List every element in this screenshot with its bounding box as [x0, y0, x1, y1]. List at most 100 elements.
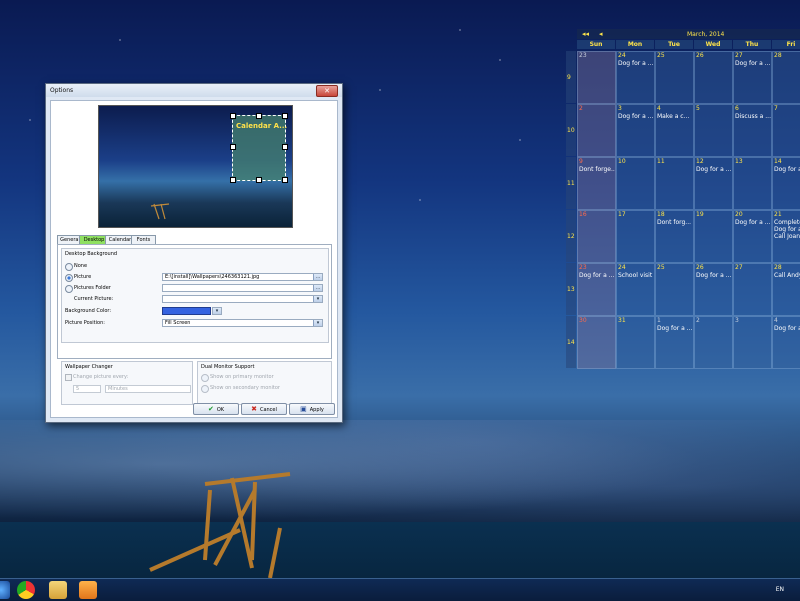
resize-handle-nw[interactable]	[230, 113, 236, 119]
calendar-day-cell[interactable]: 4 Dog for a	[772, 316, 800, 369]
picture-browse-button[interactable]: ...	[313, 274, 322, 280]
calendar-event[interactable]: Dog for a ...	[696, 272, 731, 279]
calendar-day-cell[interactable]: 3 Dog for a ...	[616, 104, 655, 157]
prev-year-icon[interactable]: ◂◂	[582, 30, 589, 38]
desktop-tab-panel: Desktop Background None Picture E:\[inst…	[57, 244, 332, 359]
chevron-down-icon[interactable]: ▾	[213, 308, 221, 314]
interval-stepper[interactable]: 5	[73, 385, 101, 393]
calendar-event[interactable]: Dog for a ...	[618, 113, 653, 120]
calendar-day-cell[interactable]: 30	[577, 316, 616, 369]
picture-position-select[interactable]: Fill Screen ▾	[162, 319, 323, 327]
calendar-day-cell[interactable]: 19	[694, 210, 733, 263]
current-picture-select[interactable]: ▾	[162, 295, 323, 303]
calendar-event[interactable]: Discuss a ...	[735, 113, 771, 120]
ok-button[interactable]: ✔ OK	[193, 403, 239, 415]
calendar-event[interactable]: Dog for a ...	[657, 325, 692, 332]
calendar-day-cell[interactable]: 13	[733, 157, 772, 210]
calendar-day-cell[interactable]: 17	[616, 210, 655, 263]
calendar-day-cell[interactable]: 3	[733, 316, 772, 369]
calendar-day-cell[interactable]: 2	[694, 316, 733, 369]
resize-handle-w[interactable]	[230, 144, 236, 150]
resize-handle-e[interactable]	[282, 144, 288, 150]
resize-handle-sw[interactable]	[230, 177, 236, 183]
calendar-widget-preview[interactable]: Calendar A...	[232, 115, 287, 181]
resize-handle-s[interactable]	[256, 177, 262, 183]
folder-radio[interactable]	[65, 285, 73, 293]
primary-monitor-radio[interactable]	[201, 374, 209, 382]
calendar-day-cell[interactable]: 1 Dog for a ...	[655, 316, 694, 369]
calendar-day-cell[interactable]: 16	[577, 210, 616, 263]
picture-radio[interactable]	[65, 274, 73, 282]
calendar-day-cell[interactable]: 9 Dont forge...	[577, 157, 616, 210]
start-orb-icon[interactable]	[0, 581, 10, 599]
resize-handle-se[interactable]	[282, 177, 288, 183]
calendar-day-cell[interactable]: 23 Dog for a ...	[577, 263, 616, 316]
calendar-event[interactable]: Dog for a ...	[735, 60, 770, 67]
none-radio[interactable]	[65, 263, 73, 271]
prev-month-icon[interactable]: ◂	[599, 30, 603, 38]
calendar-event[interactable]: Dont forge...	[579, 166, 615, 173]
day-number: 2	[696, 317, 700, 324]
calendar-day-cell[interactable]: 4 Make a c...	[655, 104, 694, 157]
file-explorer-icon[interactable]	[49, 581, 67, 599]
cancel-button[interactable]: ✖ Cancel	[241, 403, 287, 415]
calendar-day-cell[interactable]: 26 Dog for a ...	[694, 263, 733, 316]
calendar-day-cell[interactable]: 5	[694, 104, 733, 157]
apply-button[interactable]: ▣ Apply	[289, 403, 335, 415]
calendar-event[interactable]: Dog for a	[774, 325, 800, 332]
calendar-day-cell[interactable]: 24 Dog for a ...	[616, 51, 655, 104]
change-picture-checkbox[interactable]	[65, 374, 72, 381]
calendar-day-cell[interactable]: 10	[616, 157, 655, 210]
calendar-event[interactable]: Dog for a ...	[774, 166, 800, 173]
calendar-day-cell[interactable]: 11	[655, 157, 694, 210]
secondary-monitor-radio[interactable]	[201, 385, 209, 393]
day-number: 13	[735, 158, 743, 165]
day-number: 28	[774, 264, 782, 271]
folder-browse-button[interactable]: ...	[313, 285, 322, 291]
week-number: 11	[566, 157, 576, 209]
calendar-event[interactable]: Dog for a ...	[618, 60, 653, 67]
calendar-day-cell[interactable]: 28	[772, 51, 800, 104]
media-player-icon[interactable]	[79, 581, 97, 599]
calendar-event[interactable]: Dog for a ...	[579, 272, 614, 279]
calendar-day-cell[interactable]: 27 Dog for a ...	[733, 51, 772, 104]
chevron-down-icon[interactable]: ▾	[313, 320, 322, 326]
calendar-event[interactable]: Dog for a ...	[735, 219, 770, 226]
calendar-day-cell[interactable]: 25	[655, 263, 694, 316]
calendar-day-cell[interactable]: 26	[694, 51, 733, 104]
picture-path-field[interactable]: E:\[install]\Wallpapers\246363121.jpg ..…	[162, 273, 323, 281]
bg-color-swatch[interactable]	[162, 307, 211, 315]
calendar-event[interactable]: School visit	[618, 272, 652, 279]
dialog-titlebar[interactable]: Options ✕	[46, 84, 342, 97]
calendar-day-cell[interactable]: 6 Discuss a ...	[733, 104, 772, 157]
day-number: 7	[774, 105, 778, 112]
calendar-day-cell[interactable]: 14Dog for a ...	[772, 157, 800, 210]
calendar-day-cell[interactable]: 24 School visit	[616, 263, 655, 316]
calendar-day-cell[interactable]: 7	[772, 104, 800, 157]
chrome-icon[interactable]	[17, 581, 35, 599]
calendar-day-cell[interactable]: 27	[733, 263, 772, 316]
calendar-event[interactable]: Make a c...	[657, 113, 689, 120]
calendar-event[interactable]: Dont forg...	[657, 219, 691, 226]
bg-color-dropdown[interactable]: ▾	[212, 307, 222, 315]
calendar-day-cell[interactable]: 31	[616, 316, 655, 369]
resize-handle-ne[interactable]	[282, 113, 288, 119]
day-number: 14	[774, 158, 782, 165]
calendar-event[interactable]: Dog for a ...	[696, 166, 731, 173]
language-indicator[interactable]: EN	[776, 586, 784, 593]
calendar-event[interactable]: Call Andy	[774, 272, 800, 279]
calendar-event[interactable]: Complete Dog for a Call Joan	[774, 219, 800, 240]
calendar-day-cell[interactable]: 23	[577, 51, 616, 104]
folder-path-field[interactable]: ...	[162, 284, 323, 292]
calendar-day-cell[interactable]: 21Complete Dog for a Call Joan	[772, 210, 800, 263]
interval-unit-select[interactable]: Minutes	[105, 385, 191, 393]
resize-handle-n[interactable]	[256, 113, 262, 119]
close-button[interactable]: ✕	[316, 85, 338, 97]
calendar-day-cell[interactable]: 25	[655, 51, 694, 104]
calendar-day-cell[interactable]: 28 Call Andy	[772, 263, 800, 316]
calendar-day-cell[interactable]: 12 Dog for a ...	[694, 157, 733, 210]
calendar-day-cell[interactable]: 18 Dont forg...	[655, 210, 694, 263]
chevron-down-icon[interactable]: ▾	[313, 296, 322, 302]
calendar-day-cell[interactable]: 2	[577, 104, 616, 157]
calendar-day-cell[interactable]: 20 Dog for a ...	[733, 210, 772, 263]
